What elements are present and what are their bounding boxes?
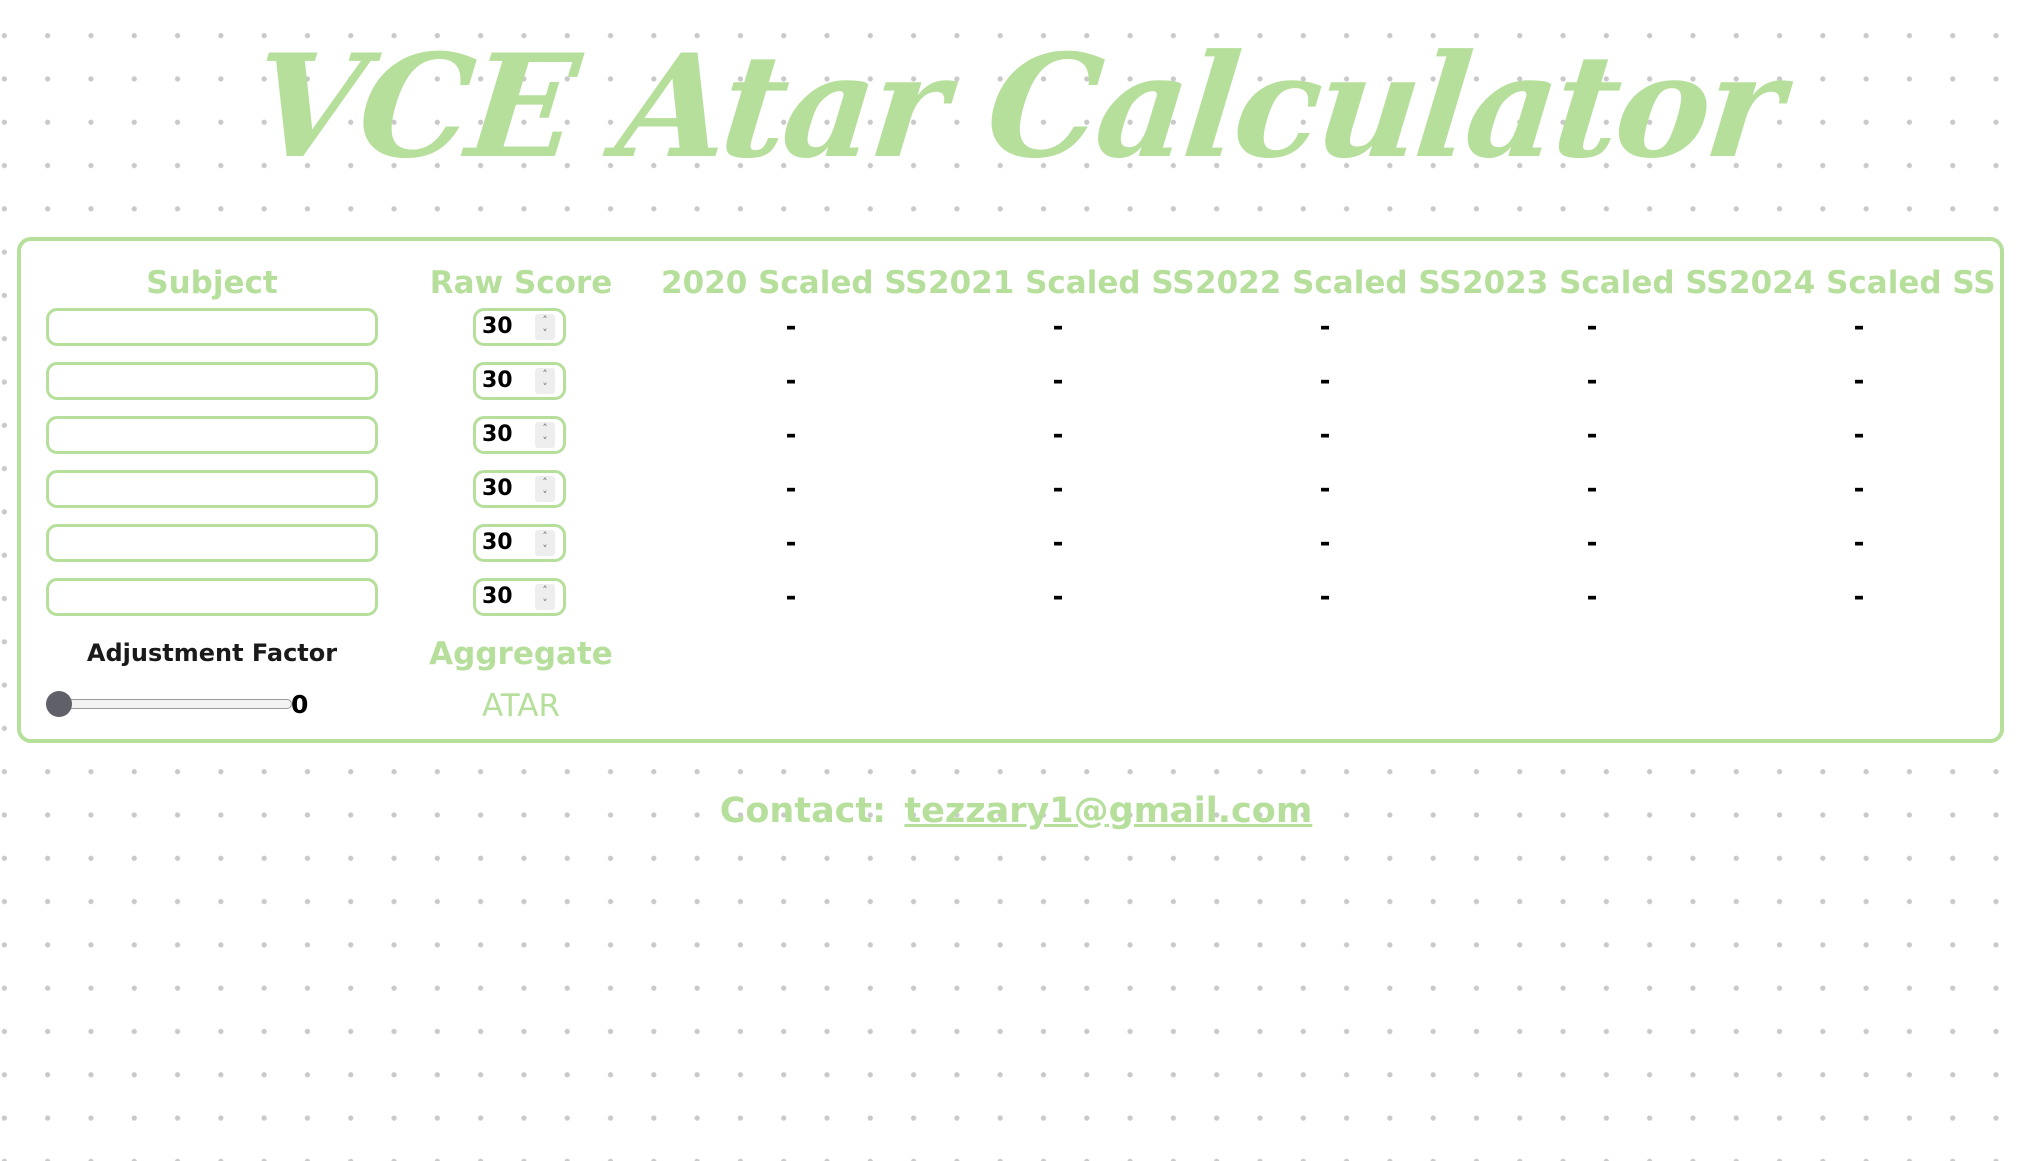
contact-label: Contact:	[719, 791, 887, 831]
chevron-down-icon[interactable]: ˅	[535, 489, 555, 502]
subject-input[interactable]	[46, 524, 378, 562]
scaled-score-cell: -	[1853, 528, 1865, 558]
scaled-score-cell: -	[1052, 312, 1064, 342]
scaled-score-cell: -	[1052, 528, 1064, 558]
scaled-score-cell: -	[1586, 528, 1598, 558]
year-header-2020: 2020 Scaled SS	[661, 265, 928, 301]
raw-score-value: 30	[482, 530, 513, 555]
chevron-up-icon[interactable]: ˄	[535, 314, 555, 327]
scaled-score-cell: -	[1319, 474, 1331, 504]
adjustment-slider-track[interactable]	[52, 699, 292, 709]
subject-input[interactable]	[46, 578, 378, 616]
raw-score-spinner[interactable]: ˄ ˅	[535, 314, 555, 340]
year-header-2024: 2024 Scaled SS	[1729, 265, 1996, 301]
raw-score-spinner[interactable]: ˄ ˅	[535, 368, 555, 394]
chevron-up-icon[interactable]: ˄	[535, 476, 555, 489]
subject-input[interactable]	[46, 470, 378, 508]
year-header-2022: 2022 Scaled SS	[1195, 265, 1462, 301]
scaled-score-cell: -	[1586, 582, 1598, 612]
scaled-score-cell: -	[1319, 312, 1331, 342]
calculator-panel: Subject Raw Score 2020 Scaled SS 2021 Sc…	[17, 237, 2004, 743]
chevron-down-icon[interactable]: ˅	[535, 327, 555, 340]
scaled-score-cell: -	[785, 420, 797, 450]
raw-score-value: 30	[482, 422, 513, 447]
scaled-score-cell: -	[785, 528, 797, 558]
raw-score-spinner[interactable]: ˄ ˅	[535, 476, 555, 502]
adjustment-factor-label: Adjustment Factor	[86, 639, 338, 667]
scaled-score-cell: -	[1319, 420, 1331, 450]
scaled-score-cell: -	[1853, 420, 1865, 450]
year-header-2023: 2023 Scaled SS	[1462, 265, 1729, 301]
raw-score-value: 30	[482, 584, 513, 609]
chevron-up-icon[interactable]: ˄	[535, 584, 555, 597]
scaled-score-cell: -	[1319, 366, 1331, 396]
subject-input[interactable]	[46, 308, 378, 346]
adjustment-factor-value: 0	[291, 690, 309, 719]
scaled-score-cell: -	[1052, 582, 1064, 612]
scaled-score-cell: -	[1586, 312, 1598, 342]
raw-score-input[interactable]: 30 ˄ ˅	[473, 578, 566, 616]
page-title: VCE Atar Calculator	[245, 24, 1787, 190]
raw-score-spinner[interactable]: ˄ ˅	[535, 584, 555, 610]
scaled-score-cell: -	[1319, 528, 1331, 558]
contact-email-link[interactable]: tezzary1@gmail.com	[904, 791, 1312, 831]
scaled-score-cell: -	[1853, 312, 1865, 342]
scaled-score-cell: -	[785, 582, 797, 612]
scaled-score-cell: -	[1052, 366, 1064, 396]
chevron-down-icon[interactable]: ˅	[535, 597, 555, 610]
chevron-up-icon[interactable]: ˄	[535, 530, 555, 543]
raw-score-input[interactable]: 30 ˄ ˅	[473, 362, 566, 400]
chevron-down-icon[interactable]: ˅	[535, 381, 555, 394]
scaled-score-cell: -	[1319, 582, 1331, 612]
chevron-down-icon[interactable]: ˅	[535, 435, 555, 448]
raw-score-input[interactable]: 30 ˄ ˅	[473, 524, 566, 562]
scaled-score-cell: -	[1052, 420, 1064, 450]
scaled-score-cell: -	[785, 366, 797, 396]
raw-score-value: 30	[482, 476, 513, 501]
raw-score-input[interactable]: 30 ˄ ˅	[473, 308, 566, 346]
scaled-score-cell: -	[1853, 366, 1865, 396]
scaled-score-cell: -	[785, 474, 797, 504]
raw-score-spinner[interactable]: ˄ ˅	[535, 530, 555, 556]
raw-score-input[interactable]: 30 ˄ ˅	[473, 470, 566, 508]
subject-input[interactable]	[46, 416, 378, 454]
chevron-up-icon[interactable]: ˄	[535, 368, 555, 381]
year-header-2021: 2021 Scaled SS	[928, 265, 1195, 301]
contact-line: Contact: tezzary1@gmail.com	[0, 786, 2032, 836]
scaled-score-cell: -	[1586, 420, 1598, 450]
adjustment-slider-thumb[interactable]	[46, 691, 72, 717]
raw-score-spinner[interactable]: ˄ ˅	[535, 422, 555, 448]
atar-label: ATAR	[481, 688, 561, 724]
raw-score-value: 30	[482, 314, 513, 339]
raw-score-input[interactable]: 30 ˄ ˅	[473, 416, 566, 454]
aggregate-label: Aggregate	[429, 636, 613, 672]
raw-score-value: 30	[482, 368, 513, 393]
scaled-score-cell: -	[1586, 366, 1598, 396]
scaled-score-cell: -	[1853, 474, 1865, 504]
raw-score-header: Raw Score	[429, 265, 613, 301]
scaled-score-cell: -	[1853, 582, 1865, 612]
scaled-score-cell: -	[1586, 474, 1598, 504]
subject-input[interactable]	[46, 362, 378, 400]
subject-header: Subject	[146, 265, 278, 301]
scaled-score-cell: -	[1052, 474, 1064, 504]
chevron-up-icon[interactable]: ˄	[535, 422, 555, 435]
chevron-down-icon[interactable]: ˅	[535, 543, 555, 556]
scaled-score-cell: -	[785, 312, 797, 342]
